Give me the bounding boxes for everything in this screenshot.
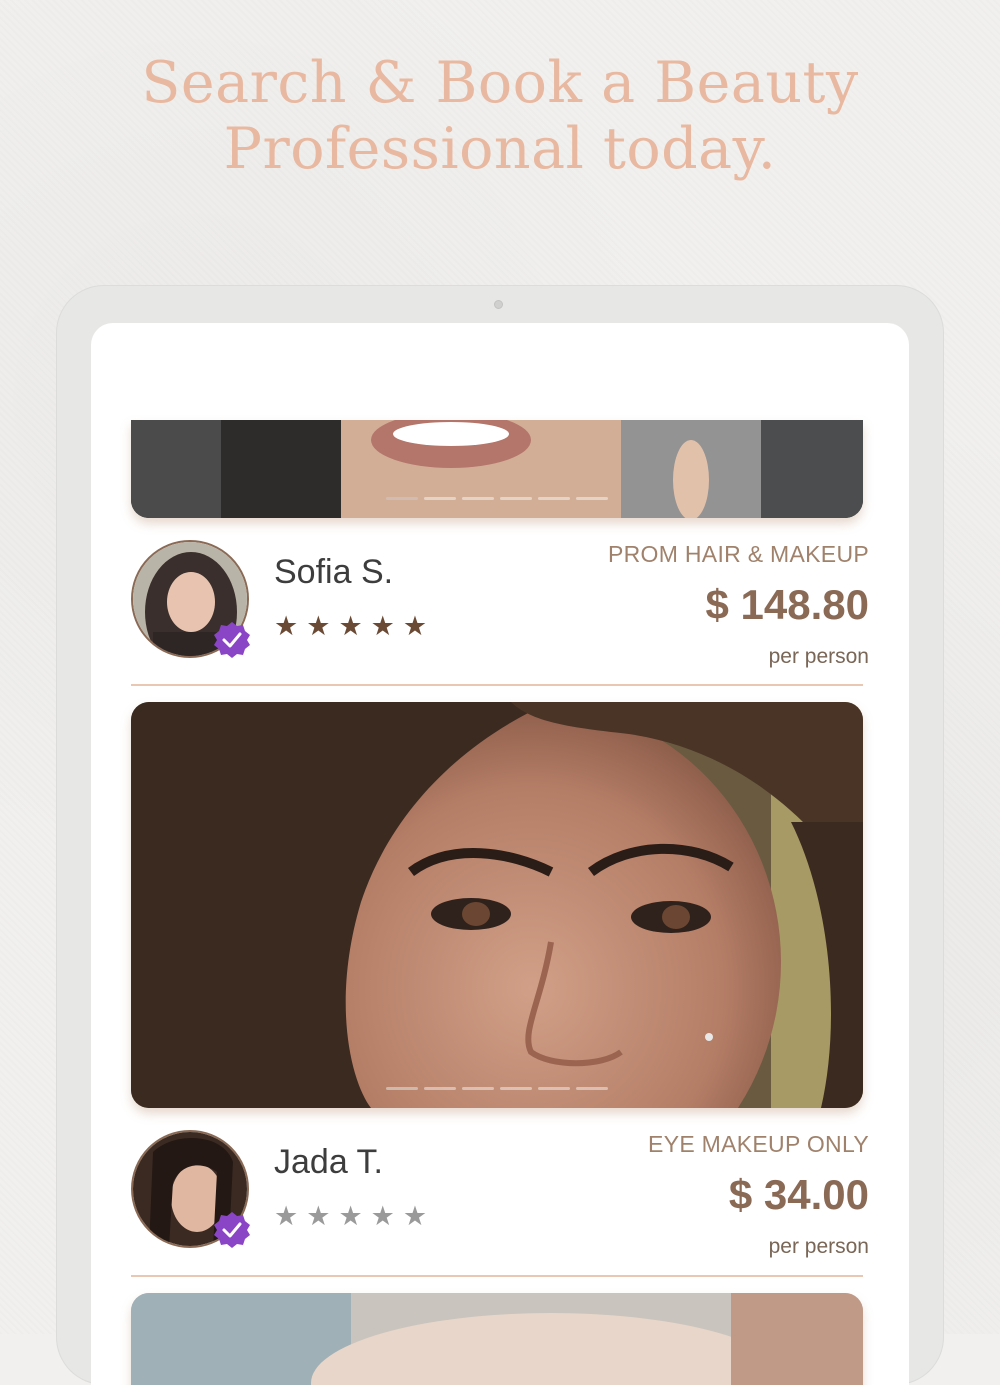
carousel-dot[interactable] [386, 497, 418, 500]
carousel-dot[interactable] [500, 1087, 532, 1090]
headline-line-1: Search & Book a Beauty [141, 50, 859, 116]
carousel-dot[interactable] [538, 497, 570, 500]
tablet-frame: Sofia S. ★ ★ ★ ★ ★ PROM HAIR & MAKEUP $ … [56, 285, 944, 1385]
verified-badge-icon [214, 622, 250, 658]
marketing-headline: Search & Book a Beauty Professional toda… [0, 50, 1000, 182]
camera-dot [494, 300, 503, 309]
carousel-dot[interactable] [538, 1087, 570, 1090]
carousel-dot[interactable] [576, 1087, 608, 1090]
carousel-dot[interactable] [462, 497, 494, 500]
divider [131, 684, 863, 686]
price-value: $ 34.00 [728, 1171, 869, 1218]
carousel-dot[interactable] [576, 497, 608, 500]
professional-name: Sofia S. [274, 553, 394, 591]
portrait-photo-closeup [131, 702, 863, 1108]
carousel-indicator [386, 497, 608, 500]
headline-line-2: Professional today. [223, 116, 777, 182]
star-icon: ★ [402, 611, 428, 641]
service-title: EYE MAKEUP ONLY [648, 1131, 869, 1157]
star-icon: ★ [338, 1201, 363, 1231]
price-unit: per person [768, 645, 869, 668]
star-icon: ★ [306, 611, 331, 641]
price-value: $ 148.80 [705, 581, 870, 628]
star-icon: ★ [370, 1201, 395, 1231]
carousel-dot[interactable] [462, 1087, 494, 1090]
divider [131, 1275, 863, 1277]
photo-carousel-jada[interactable] [131, 702, 863, 1108]
star-icon: ★ [338, 611, 363, 641]
star-icon: ★ [402, 1201, 428, 1231]
photo-carousel-next[interactable] [131, 1293, 863, 1385]
price-unit: per person [768, 1235, 869, 1258]
star-icon: ★ [370, 611, 395, 641]
star-icon: ★ [274, 611, 299, 641]
verified-badge-icon [214, 1212, 250, 1248]
star-icon: ★ [306, 1201, 331, 1231]
photo-carousel-sofia[interactable] [131, 420, 863, 518]
portrait-photo-partial [131, 1293, 863, 1385]
carousel-dot[interactable] [500, 497, 532, 500]
carousel-dot[interactable] [424, 1087, 456, 1090]
carousel-dot[interactable] [424, 497, 456, 500]
carousel-indicator [386, 1087, 608, 1090]
rating-stars: ★ ★ ★ ★ ★ [274, 613, 427, 640]
rating-stars: ★ ★ ★ ★ ★ [274, 1203, 427, 1230]
portrait-photo-smile [131, 420, 863, 518]
carousel-dot[interactable] [386, 1087, 418, 1090]
star-icon: ★ [274, 1201, 299, 1231]
professional-name: Jada T. [274, 1143, 384, 1181]
app-screen: Sofia S. ★ ★ ★ ★ ★ PROM HAIR & MAKEUP $ … [91, 323, 909, 1385]
service-title: PROM HAIR & MAKEUP [608, 541, 869, 567]
